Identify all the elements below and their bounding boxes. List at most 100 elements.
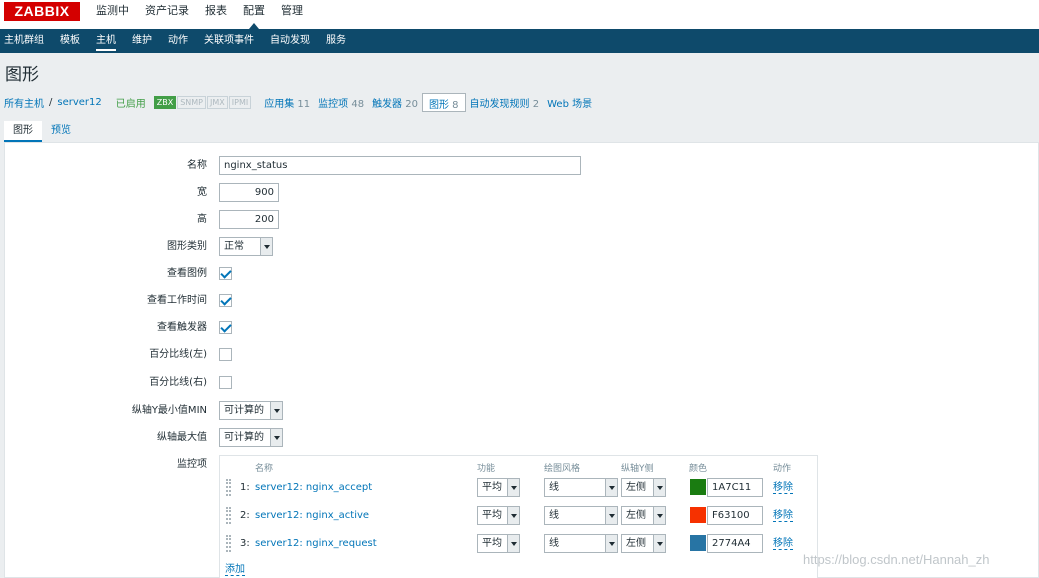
form-row-name: 名称 nginx_status [5,156,1035,176]
show-legend-label: 查看图例 [167,268,207,279]
items-link[interactable]: 监控项 48 [318,95,364,110]
sub-menu-actions[interactable]: 动作 [168,29,188,53]
discovery-rules-link[interactable]: 自动发现规则 2 [470,95,540,110]
color-input[interactable]: F63100 [707,506,763,525]
function-value: 平均 [482,482,502,493]
table-row: 2: server12: nginx_active 平均 线 左侧 F63100… [220,506,817,528]
color-swatch[interactable] [690,479,706,495]
form-row-ymax: 纵轴最大值 可计算的 [5,428,1035,448]
all-hosts-link[interactable]: 所有主机 [4,95,44,110]
y-axis-side-value: 左侧 [626,538,646,549]
zabbix-logo[interactable]: ZABBIX [4,2,80,21]
sub-menu-templates[interactable]: 模板 [60,29,80,53]
chevron-down-icon [653,479,665,496]
triggers-link[interactable]: 触发器 20 [372,95,418,110]
y-axis-side-value: 左侧 [626,482,646,493]
sub-menu-services[interactable]: 服务 [326,29,346,53]
page-title: 图形 [5,65,39,85]
chevron-down-icon [260,238,272,255]
availability-tags: ZBX SNMP JMX IPMI [153,95,252,109]
ymax-value: 可计算的 [224,432,264,443]
ymin-select[interactable]: 可计算的 [219,401,283,420]
ymin-label: 纵轴Y最小值MIN [131,405,207,416]
height-input[interactable]: 200 [219,210,279,229]
percentile-left-checkbox[interactable] [219,348,232,361]
graph-type-select[interactable]: 正常 [219,237,273,256]
add-item-link[interactable]: 添加 [225,564,245,576]
draw-style-select[interactable]: 线 [544,534,618,553]
col-header-y-axis-side: 纵轴Y侧 [621,464,654,474]
item-name-link[interactable]: server12: nginx_request [255,538,377,549]
y-axis-side-select[interactable]: 左侧 [621,506,666,525]
function-select[interactable]: 平均 [477,534,520,553]
color-swatch[interactable] [690,535,706,551]
width-input[interactable]: 900 [219,183,279,202]
remove-link[interactable]: 移除 [773,538,793,550]
height-label: 高 [197,214,207,225]
link-label: 图形 [428,99,449,111]
table-row: 1: server12: nginx_accept 平均 线 左侧 1A7C11… [220,478,817,500]
show-triggers-label: 查看触发器 [157,322,207,333]
graph-type-value: 正常 [224,241,244,252]
applications-link[interactable]: 应用集 11 [264,95,310,110]
sub-menu-event-correlation[interactable]: 关联项事件 [204,29,254,53]
chevron-down-icon [270,429,282,446]
form-row-show-triggers: 查看触发器 [5,318,1035,338]
main-menu-inventory[interactable]: 资产记录 [139,0,195,22]
item-name-link[interactable]: server12: nginx_active [255,510,369,521]
y-axis-side-select[interactable]: 左侧 [621,478,666,497]
sub-menu: 主机群组 模板 主机 维护 动作 关联项事件 自动发现 服务 [0,29,1039,53]
chevron-down-icon [507,507,519,524]
draw-style-select[interactable]: 线 [544,506,618,525]
web-scenarios-link[interactable]: Web 场景 [547,95,592,110]
link-label: 应用集 [264,98,295,110]
host-link[interactable]: server12 [57,97,101,108]
y-axis-side-select[interactable]: 左侧 [621,534,666,553]
item-name-link[interactable]: server12: nginx_accept [255,482,372,493]
col-header-color: 颜色 [689,464,708,474]
remove-link[interactable]: 移除 [773,510,793,522]
remove-link[interactable]: 移除 [773,482,793,494]
drag-handle-icon[interactable] [226,507,231,524]
col-header-function: 功能 [477,464,496,474]
ipmi-tag: IPMI [228,95,252,109]
graphs-link[interactable]: 图形 8 [421,92,466,112]
drag-handle-icon[interactable] [226,535,231,552]
sub-menu-hosts[interactable]: 主机 [96,29,116,53]
color-input[interactable]: 1A7C11 [707,478,763,497]
snmp-tag: SNMP [177,95,207,109]
show-legend-checkbox[interactable] [219,267,232,280]
function-select[interactable]: 平均 [477,506,520,525]
percentile-right-checkbox[interactable] [219,376,232,389]
main-menu-monitoring[interactable]: 监测中 [90,0,135,22]
color-swatch[interactable] [690,507,706,523]
main-menu-administration[interactable]: 管理 [275,0,309,22]
graph-items-table: 名称 功能 绘图风格 纵轴Y侧 颜色 动作 1: server12: nginx… [219,455,818,578]
color-input[interactable]: 2774A4 [707,534,763,553]
link-label: 触发器 [372,98,403,110]
chevron-down-icon [653,535,665,552]
show-triggers-checkbox[interactable] [219,321,232,334]
function-value: 平均 [482,510,502,521]
show-worktime-checkbox[interactable] [219,294,232,307]
host-status[interactable]: 已启用 [116,95,146,110]
main-menu-configuration[interactable]: 配置 [237,0,271,29]
drag-handle-icon[interactable] [226,479,231,496]
watermark: https://blog.csdn.net/Hannah_zh [803,552,990,567]
function-value: 平均 [482,538,502,549]
function-select[interactable]: 平均 [477,478,520,497]
sub-menu-maintenance[interactable]: 维护 [132,29,152,53]
sub-menu-host-groups[interactable]: 主机群组 [4,29,44,53]
draw-style-select[interactable]: 线 [544,478,618,497]
tab-preview[interactable]: 预览 [42,121,80,142]
link-count: 48 [351,98,365,110]
sub-menu-discovery[interactable]: 自动发现 [270,29,310,53]
main-menu-reports[interactable]: 报表 [199,0,233,22]
name-input[interactable]: nginx_status [219,156,581,175]
width-label: 宽 [197,187,207,198]
jmx-tag: JMX [207,95,228,109]
ymax-select[interactable]: 可计算的 [219,428,283,447]
tab-graph[interactable]: 图形 [4,121,42,142]
col-header-name: 名称 [255,464,274,474]
name-label: 名称 [187,160,207,171]
